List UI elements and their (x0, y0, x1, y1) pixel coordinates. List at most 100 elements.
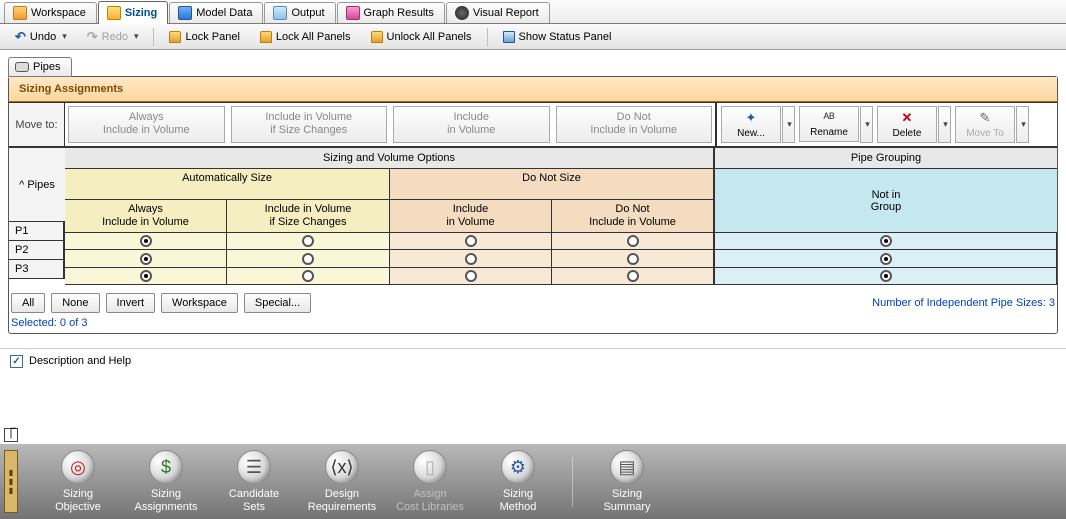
radio-icon[interactable] (302, 235, 314, 247)
radio-cell[interactable] (715, 268, 1057, 284)
radio-cell[interactable] (65, 268, 227, 284)
radio-icon[interactable] (140, 235, 152, 247)
radio-icon[interactable] (627, 270, 639, 282)
show-status-panel-button[interactable]: Show Status Panel (498, 28, 617, 46)
pipes-column-header[interactable]: ^ Pipes (9, 148, 65, 222)
select-workspace-button[interactable]: Workspace (161, 293, 238, 313)
undo-button[interactable]: ↶ Undo ▾ (10, 26, 72, 48)
select-all-button[interactable]: All (11, 293, 45, 313)
moveto-always-button[interactable]: Always Include in Volume (68, 106, 225, 143)
tab-graph-results[interactable]: Graph Results (337, 2, 445, 23)
sizing-icon (107, 6, 121, 20)
tab-workspace[interactable]: Workspace (4, 2, 97, 23)
radio-cell[interactable] (227, 268, 390, 284)
radio-cell[interactable] (390, 250, 552, 266)
delete-group-button[interactable]: ✕ Delete (877, 106, 937, 143)
radio-cell[interactable] (552, 268, 715, 284)
description-help-row[interactable]: ✓ Description and Help (0, 348, 1066, 374)
radio-icon[interactable] (627, 235, 639, 247)
caret-down-icon: ▾ (1021, 119, 1026, 130)
delete-dropdown[interactable]: ▾ (938, 106, 951, 143)
lock-all-panels-button[interactable]: Lock All Panels (255, 28, 356, 46)
select-invert-button[interactable]: Invert (106, 293, 156, 313)
nav-design-requirements[interactable]: ⟨x⟩ DesignRequirements (298, 450, 386, 512)
txt: Sets (243, 501, 265, 513)
radio-icon[interactable] (465, 270, 477, 282)
unlock-all-panels-button[interactable]: Unlock All Panels (366, 28, 477, 46)
nav-sizing-summary[interactable]: ▤ SizingSummary (583, 450, 671, 512)
rename-dropdown[interactable]: ▾ (860, 106, 873, 143)
subhdr-include: Include in Volume (390, 200, 552, 233)
pipe-grouping-header: Pipe Grouping (715, 148, 1057, 169)
txt: Always (67, 203, 224, 216)
select-special-button[interactable]: Special... (244, 293, 311, 313)
dropdown-caret-icon[interactable]: ▾ (62, 31, 67, 42)
select-none-button[interactable]: None (51, 293, 99, 313)
radio-cell[interactable] (65, 250, 227, 266)
nav-sizing-assignments[interactable]: $ SizingAssignments (122, 450, 210, 512)
tab-output[interactable]: Output (264, 2, 335, 23)
radio-cell[interactable] (390, 233, 552, 249)
radio-cell[interactable] (715, 250, 1057, 266)
txt: if Size Changes (229, 216, 387, 229)
radio-icon[interactable] (140, 270, 152, 282)
tab-sizing[interactable]: Sizing (98, 1, 168, 24)
status-panel-icon (503, 31, 515, 43)
collapse-square-icon[interactable]: ⎾ (4, 428, 18, 442)
nav-sizing-objective[interactable]: ◎ SizingObjective (34, 450, 122, 512)
radio-cell[interactable] (715, 233, 1057, 249)
side-ruler-tab[interactable]: ▮▮▮ (4, 450, 18, 513)
rename-group-button[interactable]: ᴬᴮ Rename (799, 106, 859, 142)
dropdown-caret-icon[interactable]: ▾ (134, 31, 139, 42)
radio-cell[interactable] (390, 268, 552, 284)
lock-panel-button[interactable]: Lock Panel (164, 28, 244, 46)
expand-checkbox-icon[interactable]: ✓ (10, 355, 23, 368)
row-label[interactable]: P1 (9, 222, 65, 241)
moveto-dropdown[interactable]: ▾ (1016, 106, 1029, 143)
moveto-include-button[interactable]: Include in Volume (393, 106, 550, 143)
moveto-ifchange-button[interactable]: Include in Volume if Size Changes (231, 106, 388, 143)
toolbar: ↶ Undo ▾ ↷ Redo ▾ Lock Panel Lock All Pa… (0, 24, 1066, 50)
radio-cell[interactable] (65, 233, 227, 249)
row-label[interactable]: P3 (9, 260, 65, 279)
redo-button[interactable]: ↷ Redo ▾ (82, 26, 144, 48)
tab-visual-report[interactable]: Visual Report (446, 2, 550, 23)
moveto-group-button[interactable]: ✎ Move To (955, 106, 1015, 143)
pipes-subtab[interactable]: Pipes (8, 57, 72, 77)
txt: Objective (55, 501, 101, 513)
txt: Include in Volume (234, 111, 385, 124)
caret-down-icon: ▾ (787, 119, 792, 130)
radio-icon[interactable] (880, 235, 892, 247)
radio-icon[interactable] (140, 253, 152, 265)
moveto-donot-button[interactable]: Do Not Include in Volume (556, 106, 713, 143)
radio-icon[interactable] (302, 253, 314, 265)
nav-sizing-method[interactable]: ⚙ SizingMethod (474, 450, 562, 512)
pipe-icon (15, 62, 29, 72)
moveto-options: Always Include in Volume Include in Volu… (65, 103, 715, 146)
new-dropdown[interactable]: ▾ (782, 106, 795, 143)
radio-icon[interactable] (465, 235, 477, 247)
new-group-button[interactable]: ✦ New... (721, 106, 781, 143)
list-icon: ☰ (246, 458, 262, 478)
radio-cell[interactable] (552, 233, 715, 249)
txt: Not in (871, 189, 902, 201)
radio-icon[interactable] (302, 270, 314, 282)
radio-icon[interactable] (465, 253, 477, 265)
txt: Cost Libraries (396, 501, 464, 513)
radio-cell[interactable] (227, 233, 390, 249)
radio-icon[interactable] (880, 253, 892, 265)
radio-icon[interactable] (627, 253, 639, 265)
nav-assign-cost-libraries[interactable]: ▯ AssignCost Libraries (386, 450, 474, 512)
txt: Always (71, 111, 222, 124)
output-icon (273, 6, 287, 20)
nav-candidate-sets[interactable]: ☰ CandidateSets (210, 450, 298, 512)
new-label: New... (737, 128, 765, 139)
radio-cell[interactable] (227, 250, 390, 266)
description-help-label: Description and Help (29, 355, 131, 367)
radio-icon[interactable] (880, 270, 892, 282)
tab-model-data[interactable]: Model Data (169, 2, 263, 23)
sizing-volume-header: Sizing and Volume Options (65, 148, 715, 169)
row-label[interactable]: P2 (9, 241, 65, 260)
txt: Include in Volume (67, 216, 224, 229)
radio-cell[interactable] (552, 250, 715, 266)
